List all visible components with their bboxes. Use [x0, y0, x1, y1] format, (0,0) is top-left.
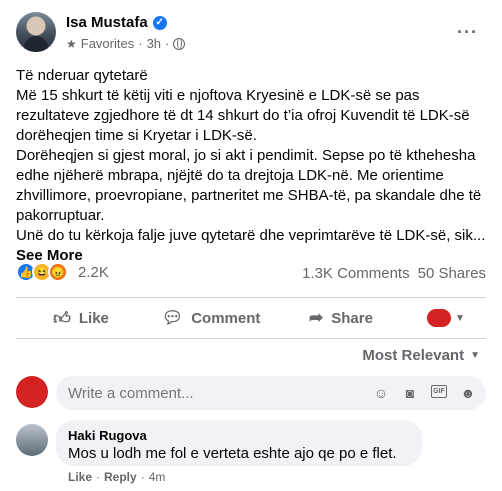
- angry-reaction-icon: 😠: [48, 262, 68, 282]
- star-icon: ★: [66, 36, 77, 51]
- comment-composer: ☺ ◙ GIF ☻: [16, 376, 486, 410]
- comments-count[interactable]: 1.3K Comments: [302, 265, 410, 282]
- comment-input[interactable]: [68, 384, 308, 402]
- more-options-icon[interactable]: ···: [457, 22, 478, 43]
- thumbs-up-icon: 👍︎: [53, 308, 71, 328]
- post-line: Dorëheqjen si gjest moral, jo si akt i p…: [16, 147, 482, 224]
- author-name[interactable]: Isa Mustafa: [66, 14, 148, 31]
- author-avatar[interactable]: [16, 12, 56, 52]
- chevron-down-icon: ▼: [470, 350, 480, 361]
- shares-count[interactable]: 50 Shares: [418, 265, 486, 282]
- comment-label: Comment: [191, 309, 261, 327]
- post-line: Më 15 shkurt të këtij viti e njoftova Kr…: [16, 87, 470, 144]
- post-body: Të nderuar qytetarë Më 15 shkurt të këti…: [16, 66, 488, 266]
- identity-avatar: [427, 309, 452, 327]
- comment-box[interactable]: ☺ ◙ GIF ☻: [56, 376, 486, 410]
- share-label: Share: [331, 309, 373, 327]
- post-meta: ★ Favorites · 3h ·: [66, 36, 186, 51]
- composer-tools: ☺ ◙ GIF ☻: [373, 385, 476, 401]
- speech-bubble-icon: 💬︎: [161, 308, 184, 327]
- reaction-summary[interactable]: 👍 😆 😠 2.2K: [16, 262, 109, 282]
- share-arrow-icon: ➦: [309, 308, 324, 327]
- post-line: Unë do tu kërkoja falje juve qytetarë dh…: [16, 227, 486, 244]
- verified-badge-icon: ✓: [152, 15, 167, 30]
- meta-separator: ·: [165, 36, 170, 51]
- post-header: Isa Mustafa ✓ ★ Favorites · 3h · ···: [16, 12, 486, 56]
- like-button[interactable]: 👍︎ Like: [16, 300, 146, 336]
- comment-like-link[interactable]: Like: [68, 470, 92, 484]
- reaction-count: 2.2K: [78, 263, 109, 281]
- meta-separator: ·: [138, 36, 143, 51]
- commenter-avatar[interactable]: [16, 424, 48, 456]
- sticker-icon[interactable]: ☻: [460, 385, 476, 401]
- comment-actions: Like · Reply · 4m: [68, 470, 165, 484]
- sort-label: Most Relevant: [362, 347, 465, 364]
- comment-bubble: Haki Rugova Mos u lodh me fol e verteta …: [56, 420, 422, 466]
- separator: ·: [96, 470, 101, 484]
- like-label: Like: [78, 309, 109, 327]
- comment-text: Mos u lodh me fol e verteta eshte ajo qe…: [68, 445, 397, 462]
- author-row: Isa Mustafa ✓: [66, 14, 167, 31]
- comment-timestamp[interactable]: 4m: [149, 470, 166, 484]
- select-identity-button[interactable]: ▼: [406, 300, 486, 336]
- separator: ·: [140, 470, 145, 484]
- comment-sort-dropdown[interactable]: Most Relevant ▼: [362, 347, 480, 364]
- smiley-icon[interactable]: ☺: [373, 385, 389, 401]
- gif-icon[interactable]: GIF: [431, 385, 447, 398]
- engagement-counts: 1.3K Comments 50 Shares: [302, 265, 486, 282]
- viewer-avatar: [16, 376, 48, 408]
- comment-reply-link[interactable]: Reply: [104, 470, 137, 484]
- camera-icon[interactable]: ◙: [402, 385, 418, 401]
- audience-label: Favorites: [80, 36, 135, 51]
- post-actions: 👍︎ Like 💬︎ Comment ➦ Share ▼: [16, 300, 486, 336]
- post-timestamp[interactable]: 3h: [147, 36, 161, 51]
- post-line: Të nderuar qytetarë: [16, 67, 148, 84]
- commenter-name[interactable]: Haki Rugova: [68, 428, 410, 444]
- globe-icon: [173, 37, 186, 50]
- share-button[interactable]: ➦ Share: [276, 300, 406, 336]
- comment-button[interactable]: 💬︎ Comment: [146, 300, 276, 336]
- chevron-down-icon: ▼: [455, 312, 465, 324]
- divider: [16, 297, 486, 298]
- divider: [16, 338, 486, 339]
